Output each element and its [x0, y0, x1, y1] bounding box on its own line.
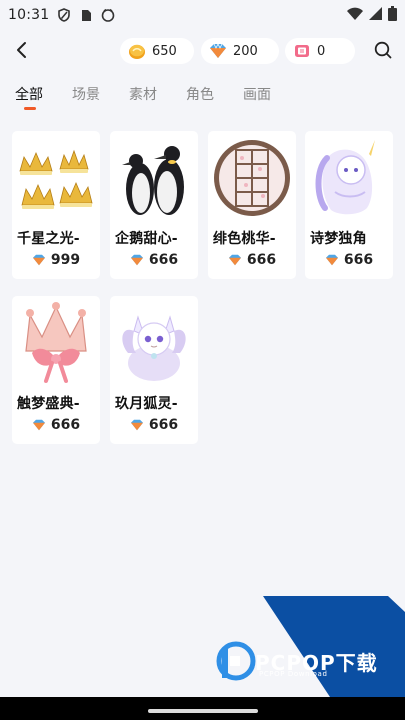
watermark-background	[216, 596, 405, 697]
watermark-subtitle: PCPOP Download	[259, 670, 328, 678]
home-indicator[interactable]	[148, 709, 258, 713]
